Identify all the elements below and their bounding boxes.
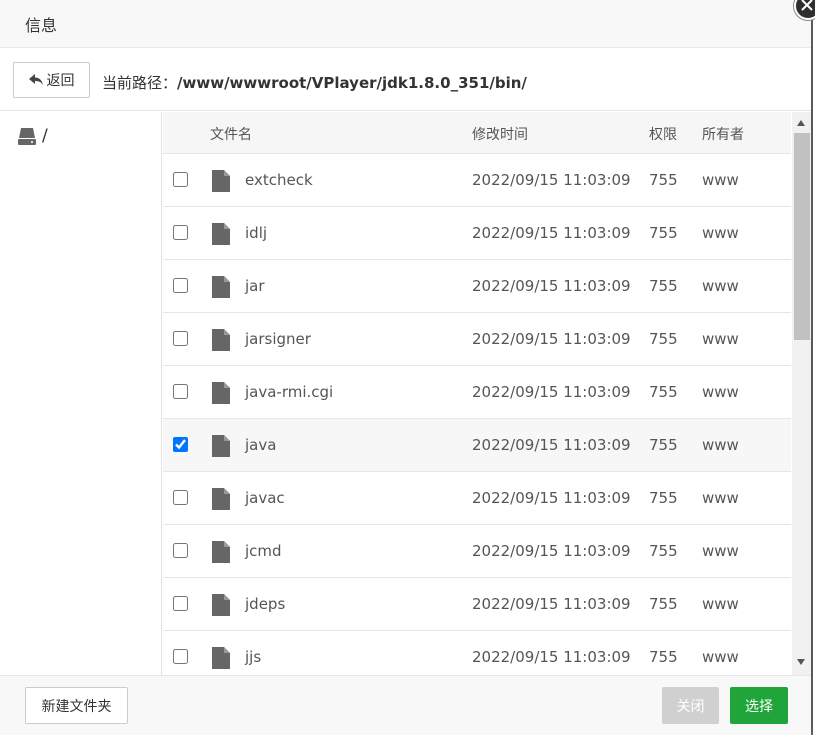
file-name[interactable]: javac xyxy=(245,489,285,507)
dialog-title: 信息 xyxy=(25,16,58,35)
file-mtime: 2022/09/15 11:03:09 xyxy=(472,330,631,348)
file-permission: 755 xyxy=(649,648,678,666)
current-path: 当前路径：/www/wwwroot/VPlayer/jdk1.8.0_351/b… xyxy=(102,72,527,93)
file-permission: 755 xyxy=(649,595,678,613)
scroll-up-arrow-icon[interactable] xyxy=(797,120,805,126)
file-owner: www xyxy=(702,330,739,348)
scroll-down-arrow-icon[interactable] xyxy=(797,659,805,665)
file-owner: www xyxy=(702,224,739,242)
row-checkbox[interactable] xyxy=(173,172,188,187)
scroll-thumb[interactable] xyxy=(794,133,810,340)
file-owner: www xyxy=(702,542,739,560)
file-mtime: 2022/09/15 11:03:09 xyxy=(472,595,631,613)
file-name[interactable]: jjs xyxy=(245,648,261,666)
file-icon xyxy=(212,488,230,514)
file-permission: 755 xyxy=(649,436,678,454)
table-header: 文件名 修改时间 权限 所有者 xyxy=(163,112,791,154)
file-owner: www xyxy=(702,489,739,507)
file-icon xyxy=(212,541,230,567)
file-name[interactable]: jarsigner xyxy=(245,330,311,348)
table-row[interactable]: extcheck 2022/09/15 11:03:09 755 www xyxy=(163,154,791,207)
file-name[interactable]: extcheck xyxy=(245,171,313,189)
row-checkbox[interactable] xyxy=(173,543,188,558)
file-mtime: 2022/09/15 11:03:09 xyxy=(472,542,631,560)
file-icon xyxy=(212,647,230,673)
current-path-label: 当前路径： xyxy=(102,74,178,92)
sidebar-item-root-label: / xyxy=(42,126,48,146)
close-icon xyxy=(801,0,813,11)
table-row[interactable]: jdeps 2022/09/15 11:03:09 755 www xyxy=(163,578,791,631)
table-row[interactable]: java-rmi.cgi 2022/09/15 11:03:09 755 www xyxy=(163,366,791,419)
file-owner: www xyxy=(702,595,739,613)
table-row[interactable]: jjs 2022/09/15 11:03:09 755 www xyxy=(163,631,791,675)
back-arrow-icon xyxy=(28,74,43,85)
file-permission: 755 xyxy=(649,489,678,507)
file-icon xyxy=(212,382,230,408)
close-button[interactable]: 关闭 xyxy=(662,687,719,724)
drive-icon xyxy=(18,128,36,145)
table-row[interactable]: javac 2022/09/15 11:03:09 755 www xyxy=(163,472,791,525)
file-name[interactable]: jdeps xyxy=(245,595,285,613)
table-row[interactable]: idlj 2022/09/15 11:03:09 755 www xyxy=(163,207,791,260)
row-checkbox[interactable] xyxy=(173,225,188,240)
file-permission: 755 xyxy=(649,171,678,189)
file-permission: 755 xyxy=(649,383,678,401)
path-toolbar: 返回 当前路径：/www/wwwroot/VPlayer/jdk1.8.0_35… xyxy=(0,49,811,111)
file-permission: 755 xyxy=(649,542,678,560)
row-checkbox[interactable] xyxy=(173,278,188,293)
directory-sidebar: / xyxy=(0,112,162,675)
file-permission: 755 xyxy=(649,330,678,348)
table-row[interactable]: jcmd 2022/09/15 11:03:09 755 www xyxy=(163,525,791,578)
row-checkbox[interactable] xyxy=(173,490,188,505)
vertical-scrollbar[interactable] xyxy=(792,112,811,675)
file-owner: www xyxy=(702,277,739,295)
file-icon xyxy=(212,223,230,249)
file-name[interactable]: jar xyxy=(245,277,265,295)
file-mtime: 2022/09/15 11:03:09 xyxy=(472,171,631,189)
row-checkbox[interactable] xyxy=(173,649,188,664)
row-checkbox[interactable] xyxy=(173,331,188,346)
file-icon xyxy=(212,594,230,620)
table-row[interactable]: jarsigner 2022/09/15 11:03:09 755 www xyxy=(163,313,791,366)
sidebar-item-root[interactable]: / xyxy=(18,126,48,146)
file-permission: 755 xyxy=(649,224,678,242)
select-button[interactable]: 选择 xyxy=(730,687,788,724)
back-button[interactable]: 返回 xyxy=(13,62,90,98)
file-permission: 755 xyxy=(649,277,678,295)
file-mtime: 2022/09/15 11:03:09 xyxy=(472,489,631,507)
new-folder-button[interactable]: 新建文件夹 xyxy=(25,687,128,724)
back-button-label: 返回 xyxy=(46,73,75,89)
column-header-owner[interactable]: 所有者 xyxy=(702,124,744,144)
file-select-dialog: 信息 返回 当前路径：/www/wwwroot/VPlayer/jdk1.8.0… xyxy=(0,0,813,735)
file-icon xyxy=(212,276,230,302)
table-row[interactable]: java 2022/09/15 11:03:09 755 www xyxy=(163,419,791,472)
current-path-value: /www/wwwroot/VPlayer/jdk1.8.0_351/bin/ xyxy=(177,74,527,92)
file-mtime: 2022/09/15 11:03:09 xyxy=(472,277,631,295)
row-checkbox[interactable] xyxy=(173,596,188,611)
file-name[interactable]: idlj xyxy=(245,224,267,242)
file-owner: www xyxy=(702,648,739,666)
file-name[interactable]: jcmd xyxy=(245,542,282,560)
row-checkbox[interactable] xyxy=(173,437,188,452)
table-row[interactable]: jar 2022/09/15 11:03:09 755 www xyxy=(163,260,791,313)
file-name[interactable]: java-rmi.cgi xyxy=(245,383,333,401)
column-header-permission[interactable]: 权限 xyxy=(649,124,677,144)
file-owner: www xyxy=(702,436,739,454)
file-icon xyxy=(212,329,230,355)
file-owner: www xyxy=(702,171,739,189)
column-header-name[interactable]: 文件名 xyxy=(210,124,252,144)
dialog-footer: 新建文件夹 关闭 选择 xyxy=(0,675,811,735)
file-mtime: 2022/09/15 11:03:09 xyxy=(472,436,631,454)
file-icon xyxy=(212,435,230,461)
file-mtime: 2022/09/15 11:03:09 xyxy=(472,224,631,242)
file-icon xyxy=(212,170,230,196)
column-header-mtime[interactable]: 修改时间 xyxy=(472,124,528,144)
file-mtime: 2022/09/15 11:03:09 xyxy=(472,648,631,666)
file-mtime: 2022/09/15 11:03:09 xyxy=(472,383,631,401)
row-checkbox[interactable] xyxy=(173,384,188,399)
dialog-title-bar: 信息 xyxy=(0,0,811,48)
file-table: 文件名 修改时间 权限 所有者 extcheck 2022/09/15 11:03… xyxy=(163,112,791,675)
file-name[interactable]: java xyxy=(245,436,276,454)
file-owner: www xyxy=(702,383,739,401)
